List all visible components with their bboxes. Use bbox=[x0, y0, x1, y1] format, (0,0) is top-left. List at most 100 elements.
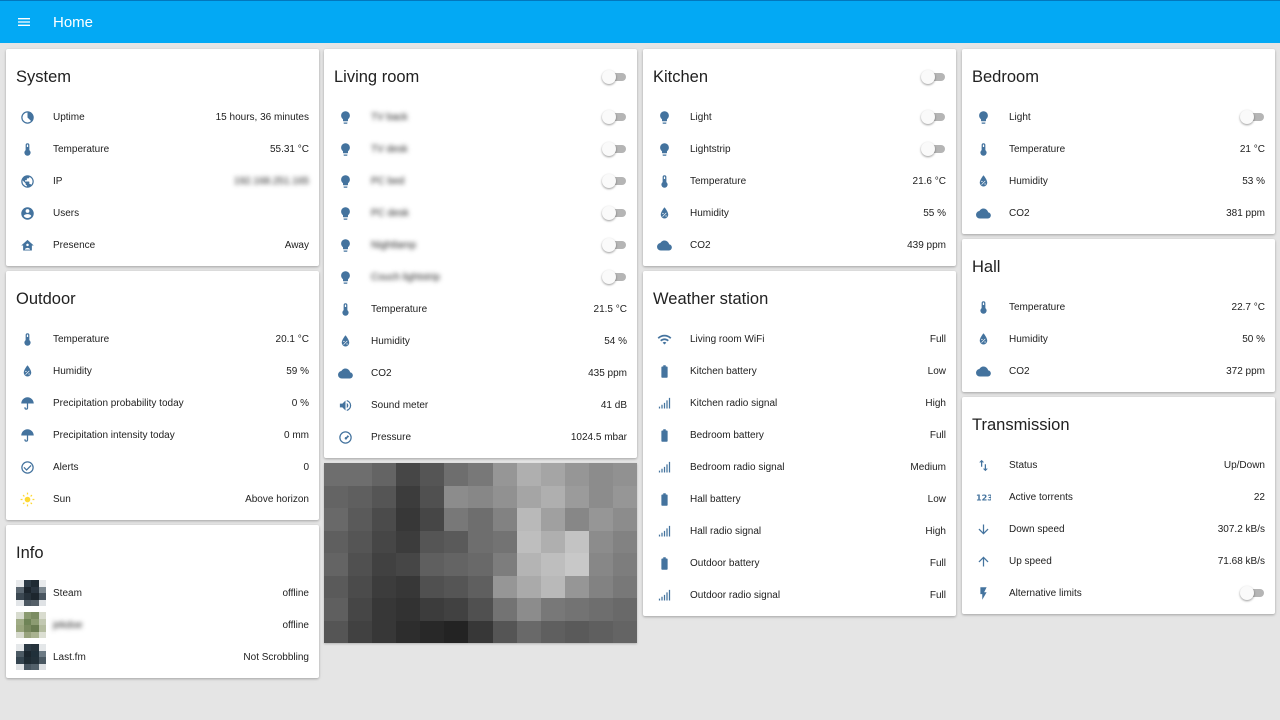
light-row[interactable]: Light bbox=[643, 101, 956, 133]
entity-row[interactable]: Precipitation intensity today 0 mm bbox=[6, 419, 319, 451]
entity-row[interactable]: 123 Active torrents 22 bbox=[962, 481, 1275, 513]
entity-row[interactable]: Alerts 0 bbox=[6, 451, 319, 483]
entity-row[interactable]: Bedroom radio signal Medium bbox=[643, 451, 956, 483]
info-row-user[interactable]: jekdoe offline bbox=[6, 609, 319, 641]
entity-row[interactable]: Humidity 50 % bbox=[962, 323, 1275, 355]
gauge-icon bbox=[339, 430, 352, 444]
entity-row[interactable]: Temperature 55.31 °C bbox=[6, 133, 319, 165]
light-row[interactable]: PC bed bbox=[324, 165, 637, 197]
menu-button[interactable] bbox=[0, 1, 48, 43]
thermometer-icon bbox=[24, 332, 31, 346]
row-value: Full bbox=[929, 429, 946, 441]
avatar bbox=[16, 612, 46, 638]
row-value: Up/Down bbox=[1223, 459, 1265, 471]
row-value: 54 % bbox=[604, 335, 627, 347]
row-label: Outdoor battery bbox=[690, 557, 760, 569]
info-row-steam[interactable]: Steam offline bbox=[6, 577, 319, 609]
weather-station-card: Weather station Living room WiFi Full Kitc… bbox=[643, 271, 956, 616]
entity-row[interactable]: CO2 372 ppm bbox=[962, 355, 1275, 387]
row-value: 55 % bbox=[923, 207, 946, 219]
entity-row[interactable]: Humidity 54 % bbox=[324, 325, 637, 357]
entity-row[interactable]: Kitchen radio signal High bbox=[643, 387, 956, 419]
light-toggle[interactable] bbox=[602, 174, 628, 188]
light-toggle[interactable] bbox=[602, 110, 628, 124]
row-value: Low bbox=[927, 493, 946, 505]
thermometer-icon bbox=[980, 142, 987, 156]
lightbulb-icon bbox=[660, 110, 669, 124]
kitchen-card: Kitchen Light Lightstrip Temperature 21.6 … bbox=[643, 49, 956, 266]
entity-row[interactable]: Living room WiFi Full bbox=[643, 323, 956, 355]
entity-row[interactable]: CO2 435 ppm bbox=[324, 357, 637, 389]
entity-row[interactable]: Presence Away bbox=[6, 229, 319, 261]
row-label: Temperature bbox=[1009, 143, 1066, 155]
svg-text:123: 123 bbox=[976, 492, 991, 502]
avatar bbox=[16, 580, 46, 606]
light-toggle[interactable] bbox=[602, 270, 628, 284]
menu-icon bbox=[18, 18, 30, 26]
light-toggle[interactable] bbox=[602, 206, 628, 220]
row-label: Active torrents bbox=[1009, 491, 1073, 503]
outdoor-card: Outdoor Temperature 20.1 °C Humidity 59 % Pr… bbox=[6, 271, 319, 520]
entity-row[interactable]: Outdoor battery Full bbox=[643, 547, 956, 579]
water-percent-icon bbox=[660, 206, 669, 218]
light-row[interactable]: PC desk bbox=[324, 197, 637, 229]
row-value: 53 % bbox=[1242, 175, 1265, 187]
entity-row[interactable]: Pressure 1024.5 mbar bbox=[324, 421, 637, 453]
battery-icon bbox=[661, 556, 668, 570]
info-row-lastfm[interactable]: Last.fm Not Scrobbling bbox=[6, 641, 319, 673]
light-row[interactable]: Lightstrip bbox=[643, 133, 956, 165]
entity-row[interactable]: CO2 439 ppm bbox=[643, 229, 956, 261]
card-title: Kitchen bbox=[653, 67, 709, 86]
entity-row[interactable]: Temperature 22.7 °C bbox=[962, 291, 1275, 323]
entity-row[interactable]: Hall battery Low bbox=[643, 483, 956, 515]
entity-row[interactable]: Temperature 21.5 °C bbox=[324, 293, 637, 325]
alternative-limits-row[interactable]: Alternative limits bbox=[962, 577, 1275, 609]
living-room-toggle[interactable] bbox=[602, 70, 628, 84]
row-label: Uptime bbox=[53, 111, 85, 123]
entity-row[interactable]: Outdoor radio signal Full bbox=[643, 579, 956, 611]
entity-row[interactable]: Sound meter 41 dB bbox=[324, 389, 637, 421]
entity-row[interactable]: CO2 381 ppm bbox=[962, 197, 1275, 229]
info-card: Info Steam offline jekdoe offline Last.f… bbox=[6, 525, 319, 678]
entity-row[interactable]: Temperature 20.1 °C bbox=[6, 323, 319, 355]
entity-row[interactable]: Down speed 307.2 kB/s bbox=[962, 513, 1275, 545]
entity-row[interactable]: Temperature 21.6 °C bbox=[643, 165, 956, 197]
entity-row[interactable]: Uptime 15 hours, 36 minutes bbox=[6, 101, 319, 133]
row-label: Kitchen radio signal bbox=[690, 397, 778, 409]
light-row[interactable]: TV back bbox=[324, 101, 637, 133]
entity-row[interactable]: Precipitation probability today 0 % bbox=[6, 387, 319, 419]
entity-row[interactable]: Up speed 71.68 kB/s bbox=[962, 545, 1275, 577]
row-value: Not Scrobbling bbox=[243, 651, 309, 663]
entity-row[interactable]: IP 192.168.251.165 bbox=[6, 165, 319, 197]
entity-row[interactable]: Bedroom battery Full bbox=[643, 419, 956, 451]
entity-row[interactable]: Users bbox=[6, 197, 319, 229]
entity-row[interactable]: Status Up/Down bbox=[962, 449, 1275, 481]
entity-row[interactable]: Humidity 59 % bbox=[6, 355, 319, 387]
entity-row[interactable]: Sun Above horizon bbox=[6, 483, 319, 515]
entity-row[interactable]: Humidity 55 % bbox=[643, 197, 956, 229]
entity-row[interactable]: Humidity 53 % bbox=[962, 165, 1275, 197]
light-toggle[interactable] bbox=[602, 142, 628, 156]
camera-image[interactable] bbox=[324, 463, 637, 643]
row-label: Bedroom battery bbox=[690, 429, 764, 441]
bedroom-light-row[interactable]: Light bbox=[962, 101, 1275, 133]
bedroom-light-toggle[interactable] bbox=[1240, 110, 1266, 124]
light-toggle[interactable] bbox=[602, 238, 628, 252]
entity-row[interactable]: Hall radio signal High bbox=[643, 515, 956, 547]
alternative-limits-toggle[interactable] bbox=[1240, 586, 1266, 600]
light-toggle[interactable] bbox=[921, 142, 947, 156]
row-value: 55.31 °C bbox=[269, 143, 309, 155]
lightbulb-icon bbox=[341, 110, 350, 124]
entity-row[interactable]: Temperature 21 °C bbox=[962, 133, 1275, 165]
arrow-down-icon bbox=[978, 524, 989, 534]
light-row[interactable]: TV desk bbox=[324, 133, 637, 165]
light-row[interactable]: Couch lightstrip bbox=[324, 261, 637, 293]
row-label: Temperature bbox=[371, 303, 428, 315]
light-row[interactable]: Nightlamp bbox=[324, 229, 637, 261]
light-toggle[interactable] bbox=[921, 110, 947, 124]
row-value: 22.7 °C bbox=[1231, 301, 1265, 313]
kitchen-toggle[interactable] bbox=[921, 70, 947, 84]
row-value: Full bbox=[929, 557, 946, 569]
light-label: TV desk bbox=[371, 143, 408, 155]
entity-row[interactable]: Kitchen battery Low bbox=[643, 355, 956, 387]
